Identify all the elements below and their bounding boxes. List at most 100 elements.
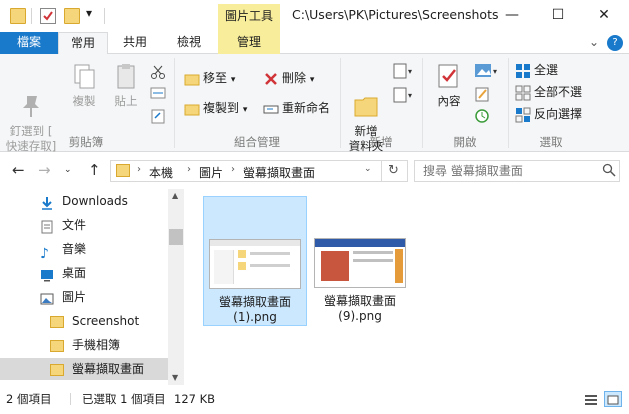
nav-label: 手機相簿	[72, 338, 121, 352]
select-all-button[interactable]: 全選	[515, 60, 558, 80]
forward-arrow-icon[interactable]: →	[38, 161, 51, 179]
select-none-button[interactable]: 全部不選	[515, 82, 582, 102]
tab-view[interactable]: 檢視	[166, 32, 212, 54]
properties-label: 內容	[437, 94, 461, 108]
properties-button[interactable]: 內容	[428, 62, 470, 109]
cut-icon[interactable]	[150, 64, 166, 83]
clipboard-icon	[112, 62, 140, 90]
edit-icon[interactable]	[474, 86, 490, 105]
pin-icon	[17, 77, 45, 117]
invert-selection-button[interactable]: 反向選擇	[515, 104, 582, 124]
delete-button[interactable]: 刪除 ▾	[263, 68, 314, 88]
divider	[31, 8, 32, 24]
properties-icon	[435, 62, 463, 90]
folder-icon	[50, 363, 64, 376]
ribbon: 釘選到 [ 快速存取] 複製 貼上 剪貼簿 移至 ▾ 複製到 ▾ 刪除 ▾ 重新…	[0, 54, 629, 153]
nav-item-camera-roll[interactable]: 手機相簿	[50, 334, 120, 356]
details-view-icon[interactable]	[584, 392, 598, 414]
folder-icon	[50, 315, 64, 328]
scroll-up-arrow-icon[interactable]: ▲	[172, 191, 178, 200]
divider	[70, 393, 71, 405]
file-thumbnail	[314, 238, 406, 288]
recent-locations-icon[interactable]: ⌄	[64, 165, 72, 175]
breadcrumb-this-pc[interactable]: 本機	[149, 164, 173, 181]
easy-access-icon[interactable]: ▾	[392, 86, 414, 107]
search-input[interactable]	[415, 161, 601, 181]
nav-item-downloads[interactable]: Downloads	[40, 190, 128, 212]
svg-text:▾: ▾	[408, 67, 412, 76]
nav-item-screenshot[interactable]: Screenshot	[50, 310, 139, 332]
tab-manage[interactable]: 管理	[218, 32, 280, 54]
search-icon[interactable]	[602, 163, 616, 180]
history-icon[interactable]	[474, 108, 490, 127]
copy-button[interactable]: 複製	[64, 62, 104, 109]
paste-button[interactable]: 貼上	[106, 62, 146, 109]
properties-qat-icon[interactable]	[40, 8, 56, 24]
select-all-icon	[515, 63, 531, 79]
address-bar[interactable]: › 本機 › 圖片 › 螢幕擷取畫面 ⌄ ↻	[110, 160, 408, 182]
copy-to-label: 複製到	[203, 101, 240, 115]
search-box[interactable]	[414, 160, 620, 182]
minimize-button[interactable]: —	[489, 0, 535, 30]
breadcrumb-separator-icon: ›	[137, 164, 141, 175]
nav-item-screenshots-selected[interactable]: 螢幕擷取畫面	[0, 358, 168, 380]
qat-dropdown-icon[interactable]: ▾	[86, 6, 92, 20]
nav-item-music[interactable]: ♪ 音樂	[40, 238, 87, 262]
up-arrow-icon[interactable]: ↑	[88, 161, 101, 179]
nav-label: 桌面	[62, 266, 87, 280]
new-item-icon[interactable]: ▾	[392, 62, 414, 83]
copy-to-icon	[184, 101, 200, 117]
group-label-clipboard: 剪貼簿	[68, 135, 104, 149]
invert-selection-label: 反向選擇	[534, 107, 583, 121]
nav-item-pictures[interactable]: 圖片	[40, 286, 86, 308]
breadcrumb-screenshots[interactable]: 螢幕擷取畫面	[243, 164, 315, 181]
scroll-down-arrow-icon[interactable]: ▼	[172, 373, 178, 382]
file-item[interactable]: 螢幕擷取畫面 (1).png	[203, 196, 307, 326]
window-title: C:\Users\PK\Pictures\Screenshots	[292, 7, 499, 22]
group-divider	[422, 58, 423, 148]
status-bar: 2 個項目 已選取 1 個項目 127 KB	[0, 388, 629, 412]
folder-icon	[116, 164, 130, 177]
ribbon-collapse-icon[interactable]: ⌄	[586, 32, 602, 54]
rename-button[interactable]: 重新命名	[263, 98, 330, 118]
file-name: 螢幕擷取畫面 (1).png	[218, 295, 291, 324]
nav-item-desktop[interactable]: 桌面	[40, 262, 86, 284]
tab-share[interactable]: 共用	[112, 32, 158, 54]
copy-to-button[interactable]: 複製到 ▾	[184, 98, 247, 118]
nav-scrollbar[interactable]: ▲ ▼	[168, 189, 184, 385]
rename-label: 重新命名	[282, 101, 331, 115]
folder-icon	[50, 339, 64, 352]
back-arrow-icon[interactable]: ←	[12, 161, 25, 179]
new-folder-qat-icon[interactable]	[64, 8, 80, 24]
nav-label: 音樂	[62, 242, 87, 256]
help-icon[interactable]: ?	[607, 35, 623, 51]
address-dropdown-icon[interactable]: ⌄	[364, 164, 372, 174]
divider	[104, 8, 105, 24]
delete-icon	[263, 71, 279, 87]
refresh-icon[interactable]: ↻	[388, 163, 399, 178]
tab-home[interactable]: 常用	[58, 32, 108, 55]
breadcrumb-separator-icon: ›	[231, 164, 235, 175]
title-bar: ▾ 圖片工具 C:\Users\PK\Pictures\Screenshots …	[0, 0, 629, 32]
item-count: 2 個項目	[6, 392, 52, 406]
move-to-button[interactable]: 移至 ▾	[184, 68, 235, 88]
group-label-select: 選取	[539, 135, 563, 149]
close-button[interactable]: ✕	[581, 0, 627, 30]
delete-label: 刪除	[282, 71, 307, 85]
select-none-label: 全部不選	[534, 85, 583, 99]
navigation-pane: Downloads 文件 ♪ 音樂 桌面 圖片 Screenshot 手機相簿 螢…	[0, 189, 184, 385]
paste-shortcut-icon[interactable]	[150, 108, 166, 127]
breadcrumb-pictures[interactable]: 圖片	[199, 164, 223, 181]
select-none-icon	[515, 85, 531, 101]
file-item[interactable]: 螢幕擷取畫面 (9).png	[308, 196, 412, 326]
nav-item-documents[interactable]: 文件	[40, 214, 86, 236]
large-icons-view-icon[interactable]	[604, 391, 622, 407]
scrollbar-thumb[interactable]	[169, 229, 183, 245]
rename-icon	[263, 101, 279, 117]
open-icon[interactable]: ▾	[474, 62, 500, 83]
svg-text:▾: ▾	[408, 91, 412, 100]
copy-path-icon[interactable]	[150, 86, 166, 103]
maximize-button[interactable]: ☐	[535, 0, 581, 30]
picture-tools-context-label: 圖片工具	[218, 4, 280, 32]
tab-file[interactable]: 檔案	[0, 32, 58, 54]
